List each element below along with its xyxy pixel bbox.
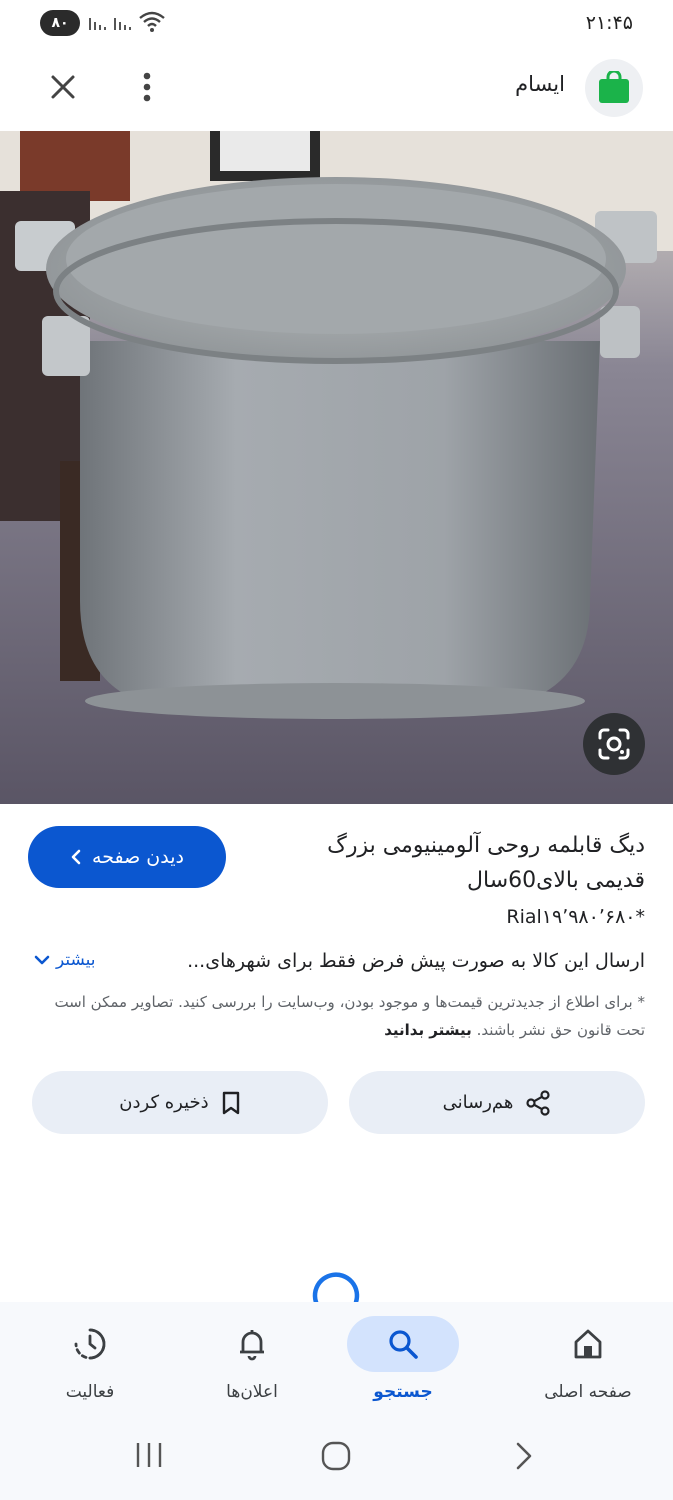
price: *Rial۱۹٬۹۸۰٬۶۸۰ (506, 906, 645, 928)
share-button[interactable]: هم‌رسانی (349, 1071, 645, 1134)
nav-notifications-label: اعلان‌ها (226, 1382, 278, 1402)
nav-search-pill (347, 1316, 459, 1372)
close-icon (51, 75, 75, 99)
home-system-button[interactable] (320, 1440, 352, 1476)
save-label: ذخیره کردن (119, 1092, 209, 1113)
visit-page-label: دیدن صفحه (92, 846, 184, 868)
disclaimer: * برای اطلاع از جدیدترین قیمت‌ها و موجود… (28, 988, 645, 1044)
pot-photo (0, 131, 673, 804)
nav-search[interactable]: جستجو (328, 1316, 478, 1416)
nav-activity-label: فعالیت (65, 1382, 115, 1402)
status-bar: ۸۰ ۲۱:۴۵ (0, 0, 673, 46)
share-icon (526, 1089, 550, 1116)
signal-icon (89, 18, 106, 30)
nav-activity-pill (34, 1316, 146, 1372)
home-circle-icon (321, 1441, 351, 1471)
chevron-down-icon (34, 955, 50, 965)
disclaimer-text: * برای اطلاع از جدیدترین قیمت‌ها و موجود… (54, 993, 645, 1039)
learn-more-link[interactable]: بیشتر بدانید (384, 1021, 472, 1039)
top-header: ایسام (0, 56, 673, 118)
product-title: دیگ قابلمه روحی آلومینیومی بزرگ قدیمی با… (327, 833, 645, 893)
nav-activity[interactable]: فعالیت (15, 1316, 165, 1416)
more-options-button[interactable] (124, 64, 170, 110)
bookmark-icon (222, 1091, 239, 1114)
lens-icon (598, 728, 630, 760)
system-navigation (0, 1422, 673, 1500)
shopping-bag-icon (599, 71, 629, 103)
visit-page-button[interactable]: دیدن صفحه (28, 826, 226, 888)
recent-apps-icon (136, 1443, 162, 1467)
nav-search-label: جستجو (373, 1382, 433, 1402)
bell-icon (240, 1330, 264, 1361)
more-toggle[interactable]: بیشتر (34, 950, 96, 970)
google-lens-button[interactable] (583, 713, 645, 775)
status-time: ۲۱:۴۵ (585, 12, 633, 34)
back-chevron-icon (516, 1442, 532, 1470)
nav-notifications-pill (196, 1316, 308, 1372)
nav-home-pill (532, 1316, 644, 1372)
save-button[interactable]: ذخیره کردن (32, 1071, 328, 1134)
description-row: ارسال این کالا به صورت پیش فرض فقط برای … (28, 950, 645, 980)
wifi-icon (139, 11, 165, 32)
activity-icon (74, 1328, 106, 1360)
site-logo[interactable] (585, 59, 643, 117)
site-name[interactable]: ایسام (515, 72, 565, 96)
more-label: بیشتر (56, 950, 96, 970)
back-button[interactable] (512, 1440, 536, 1476)
battery-indicator: ۸۰ (40, 10, 80, 36)
close-button[interactable] (40, 64, 86, 110)
signal-icon-2 (114, 18, 131, 30)
search-icon (389, 1330, 418, 1359)
home-icon (574, 1329, 602, 1359)
nav-notifications[interactable]: اعلان‌ها (177, 1316, 327, 1416)
recent-apps-button[interactable] (134, 1440, 164, 1474)
nav-home[interactable]: صفحه اصلی (513, 1316, 663, 1416)
share-label: هم‌رسانی (442, 1092, 514, 1113)
more-vert-icon (143, 72, 151, 102)
description-text: ارسال این کالا به صورت پیش فرض فقط برای … (187, 950, 645, 972)
nav-home-label: صفحه اصلی (544, 1382, 632, 1402)
product-image[interactable] (0, 131, 673, 804)
bottom-navigation: صفحه اصلی جستجو اعلان‌ها فعالیت (0, 1302, 673, 1422)
chevron-left-icon (71, 849, 81, 865)
